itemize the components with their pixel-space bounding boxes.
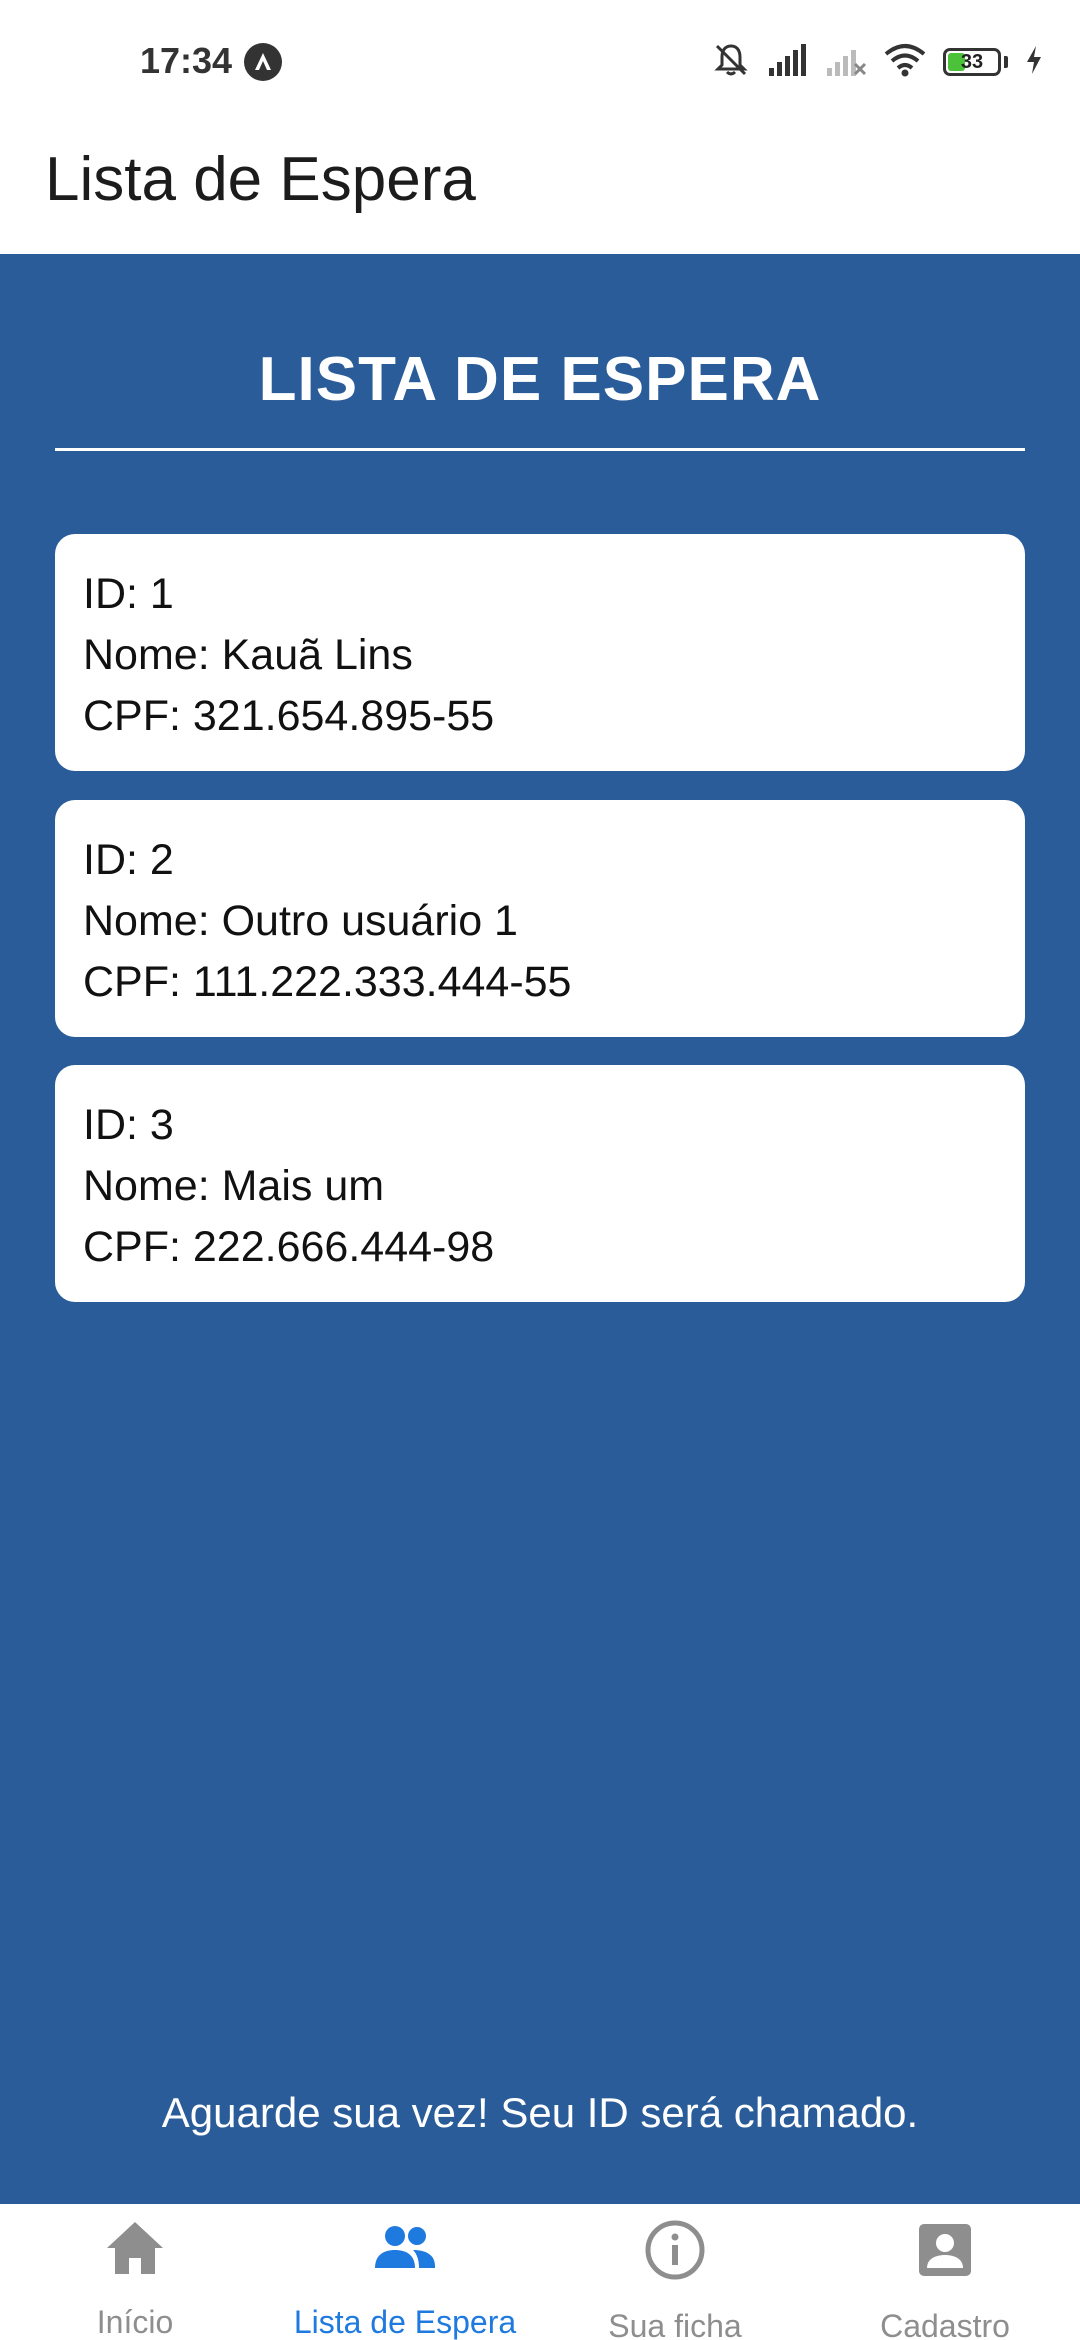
entry-id: ID: 2 xyxy=(83,836,174,884)
footer-message: Aguarde sua vez! Seu ID será chamado. xyxy=(161,2089,919,2136)
waitlist-card: ID: 2 Nome: Outro usuário 1 CPF: 111.222… xyxy=(55,800,1025,1037)
bottom-tab-bar: Início Lista de Espera Sua ficha Cadastr… xyxy=(0,2204,1080,2340)
tab-lista-de-espera[interactable]: Lista de Espera xyxy=(270,2204,540,2340)
signal-off-icon xyxy=(825,42,867,83)
tab-label: Lista de Espera xyxy=(293,2304,517,2340)
entry-id: ID: 3 xyxy=(83,1101,174,1149)
mute-icon xyxy=(711,40,751,85)
app-header: Lista de Espera xyxy=(0,120,1080,254)
home-icon xyxy=(103,2218,167,2278)
tab-sua-ficha[interactable]: Sua ficha xyxy=(540,2204,810,2340)
tab-label: Início xyxy=(96,2304,174,2340)
wifi-icon xyxy=(883,42,927,83)
screen: 17:34 33 Lista de Espera LISTA DE ESPERA… xyxy=(0,0,1080,2340)
entry-id: ID: 1 xyxy=(83,570,174,618)
entry-cpf: CPF: 321.654.895-55 xyxy=(83,692,495,740)
battery-cap xyxy=(1004,56,1008,68)
entry-name: Nome: Outro usuário 1 xyxy=(83,897,518,945)
status-time: 17:34 xyxy=(140,40,233,81)
signal-icon xyxy=(767,42,809,83)
waitlist-card: ID: 1 Nome: Kauã Lins CPF: 321.654.895-5… xyxy=(55,534,1025,771)
battery-icon: 33 xyxy=(943,48,1001,76)
tab-label: Sua ficha xyxy=(608,2308,742,2340)
account-box-icon xyxy=(913,2218,977,2282)
waitlist-card: ID: 3 Nome: Mais um CPF: 222.666.444-98 xyxy=(55,1065,1025,1302)
waitlist-heading: LISTA DE ESPERA xyxy=(258,345,822,414)
title-divider xyxy=(55,448,1025,451)
app-notification-icon xyxy=(244,43,282,81)
status-icons: 33 xyxy=(711,42,1044,82)
status-bar: 17:34 33 xyxy=(0,0,1080,120)
page-title: Lista de Espera xyxy=(45,145,476,214)
battery-level: 33 xyxy=(960,50,984,73)
info-icon xyxy=(643,2218,707,2282)
charging-icon xyxy=(1024,44,1044,81)
tab-inicio[interactable]: Início xyxy=(0,2204,270,2340)
people-icon xyxy=(373,2218,437,2278)
tab-label: Cadastro xyxy=(880,2308,1010,2340)
entry-cpf: CPF: 222.666.444-98 xyxy=(83,1223,495,1271)
tab-cadastro[interactable]: Cadastro xyxy=(810,2204,1080,2340)
waitlist-panel: LISTA DE ESPERA ID: 1 Nome: Kauã Lins CP… xyxy=(0,254,1080,2204)
entry-name: Nome: Kauã Lins xyxy=(83,631,413,679)
entry-name: Nome: Mais um xyxy=(83,1162,385,1210)
entry-cpf: CPF: 111.222.333.444-55 xyxy=(83,958,572,1006)
